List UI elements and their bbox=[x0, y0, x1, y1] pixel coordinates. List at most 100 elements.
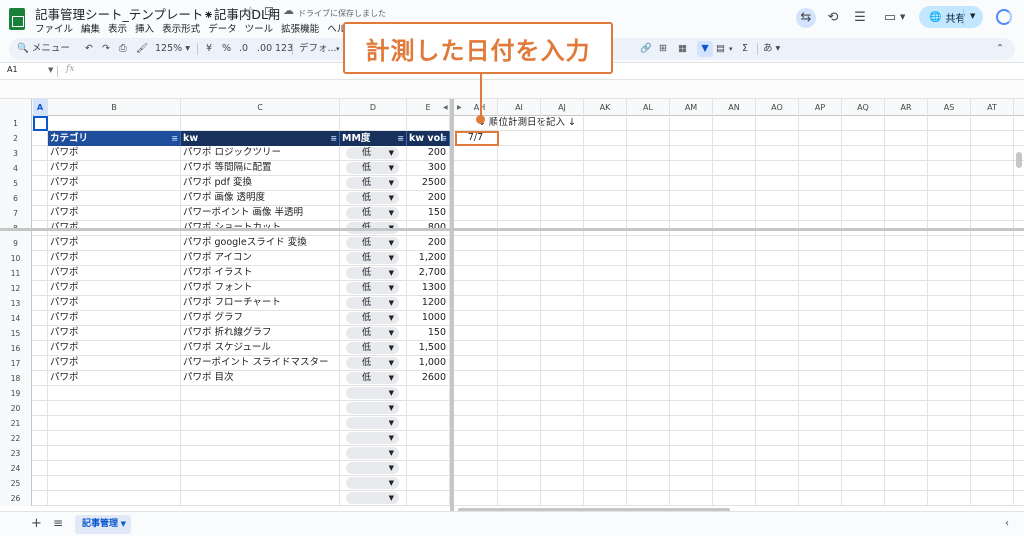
cell[interactable] bbox=[33, 131, 48, 145]
column-filter-icon[interactable]: ≡ bbox=[171, 131, 178, 146]
star-icon[interactable]: ☆ bbox=[245, 4, 256, 18]
cell[interactable] bbox=[885, 296, 928, 310]
cell[interactable] bbox=[33, 176, 48, 190]
cell[interactable] bbox=[627, 131, 670, 145]
cell[interactable] bbox=[33, 191, 48, 205]
cell[interactable] bbox=[627, 236, 670, 250]
cell[interactable] bbox=[713, 206, 756, 220]
cell[interactable] bbox=[928, 206, 971, 220]
cell[interactable] bbox=[627, 191, 670, 205]
cell[interactable] bbox=[670, 326, 713, 340]
cell[interactable] bbox=[627, 116, 670, 130]
zoom-select[interactable]: 125% ▾ bbox=[155, 41, 190, 57]
mm-dropdown[interactable]: 低▼ bbox=[346, 297, 399, 309]
cell[interactable] bbox=[541, 191, 584, 205]
column-header[interactable]: A bbox=[33, 99, 48, 116]
column-header[interactable]: AS bbox=[928, 99, 971, 116]
column-header[interactable]: AP bbox=[799, 99, 842, 116]
cell[interactable] bbox=[498, 161, 541, 175]
cell[interactable] bbox=[541, 206, 584, 220]
cell[interactable] bbox=[670, 371, 713, 385]
mm-cell[interactable]: 低▼ bbox=[340, 191, 407, 205]
cell[interactable] bbox=[885, 401, 928, 415]
mm-dropdown[interactable]: 低▼ bbox=[346, 207, 399, 219]
cell[interactable] bbox=[756, 401, 799, 415]
meet-caret-icon[interactable]: ▼ bbox=[900, 13, 905, 21]
cell[interactable] bbox=[842, 311, 885, 325]
insert-comment-icon[interactable]: ⊞ bbox=[659, 41, 667, 57]
cell[interactable] bbox=[584, 476, 627, 490]
cell[interactable] bbox=[885, 281, 928, 295]
number-format-icon[interactable]: 123 bbox=[275, 41, 293, 57]
cell[interactable] bbox=[454, 161, 498, 175]
cell[interactable] bbox=[713, 281, 756, 295]
cell[interactable] bbox=[971, 206, 1014, 220]
cell[interactable] bbox=[584, 446, 627, 460]
cell[interactable] bbox=[407, 116, 450, 130]
row-number[interactable]: 18 bbox=[0, 371, 32, 386]
cell[interactable] bbox=[541, 116, 584, 130]
cell[interactable] bbox=[713, 326, 756, 340]
cell[interactable] bbox=[627, 386, 670, 400]
cell[interactable] bbox=[627, 326, 670, 340]
cell[interactable] bbox=[584, 236, 627, 250]
cell[interactable] bbox=[33, 491, 48, 505]
cell[interactable] bbox=[842, 401, 885, 415]
cell[interactable] bbox=[48, 461, 181, 475]
cell[interactable] bbox=[454, 236, 498, 250]
cell[interactable] bbox=[971, 341, 1014, 355]
keyword-cell[interactable]: パワポ 目次 bbox=[181, 371, 340, 385]
cell[interactable] bbox=[971, 251, 1014, 265]
cell[interactable] bbox=[799, 146, 842, 160]
cell[interactable] bbox=[670, 206, 713, 220]
cell[interactable] bbox=[541, 281, 584, 295]
cell[interactable] bbox=[627, 401, 670, 415]
cell[interactable] bbox=[928, 371, 971, 385]
cell[interactable] bbox=[627, 431, 670, 445]
cell[interactable] bbox=[713, 311, 756, 325]
cell[interactable] bbox=[584, 176, 627, 190]
cell[interactable] bbox=[454, 191, 498, 205]
cell[interactable] bbox=[928, 416, 971, 430]
cell[interactable] bbox=[928, 281, 971, 295]
cell[interactable] bbox=[713, 161, 756, 175]
cell[interactable] bbox=[498, 131, 541, 145]
cell[interactable] bbox=[670, 131, 713, 145]
cell[interactable] bbox=[541, 386, 584, 400]
cell[interactable] bbox=[670, 236, 713, 250]
row-number[interactable]: 6 bbox=[0, 191, 32, 206]
column-header[interactable]: AN bbox=[713, 99, 756, 116]
cell[interactable] bbox=[454, 431, 498, 445]
cell[interactable] bbox=[885, 461, 928, 475]
column-header[interactable]: B bbox=[48, 99, 181, 116]
row-number[interactable]: 3 bbox=[0, 146, 32, 161]
cloud-status-icon[interactable]: ☁ bbox=[283, 4, 294, 17]
cell[interactable] bbox=[627, 476, 670, 490]
cell[interactable] bbox=[498, 296, 541, 310]
cell[interactable] bbox=[756, 251, 799, 265]
volume-cell[interactable]: 150 bbox=[407, 206, 450, 220]
move-folder-icon[interactable]: ⊡ bbox=[264, 4, 274, 18]
cell[interactable] bbox=[454, 266, 498, 280]
cell[interactable] bbox=[885, 326, 928, 340]
cell[interactable] bbox=[928, 161, 971, 175]
cell[interactable] bbox=[885, 161, 928, 175]
cell[interactable] bbox=[928, 251, 971, 265]
cell[interactable] bbox=[454, 401, 498, 415]
volume-cell[interactable]: 200 bbox=[407, 236, 450, 250]
mm-cell[interactable]: ▼ bbox=[340, 461, 407, 475]
sheets-logo-icon[interactable] bbox=[9, 8, 25, 30]
row-number[interactable]: 10 bbox=[0, 251, 32, 266]
cell[interactable] bbox=[48, 446, 181, 460]
cell[interactable] bbox=[627, 371, 670, 385]
mm-cell[interactable]: ▼ bbox=[340, 431, 407, 445]
cell[interactable] bbox=[541, 401, 584, 415]
volume-cell[interactable]: 300 bbox=[407, 161, 450, 175]
cell[interactable] bbox=[627, 446, 670, 460]
cell[interactable] bbox=[713, 251, 756, 265]
volume-cell[interactable]: 1200 bbox=[407, 296, 450, 310]
cell[interactable] bbox=[670, 476, 713, 490]
category-cell[interactable]: パワポ bbox=[48, 266, 181, 280]
column-header[interactable]: AK bbox=[584, 99, 627, 116]
cell[interactable] bbox=[713, 131, 756, 145]
